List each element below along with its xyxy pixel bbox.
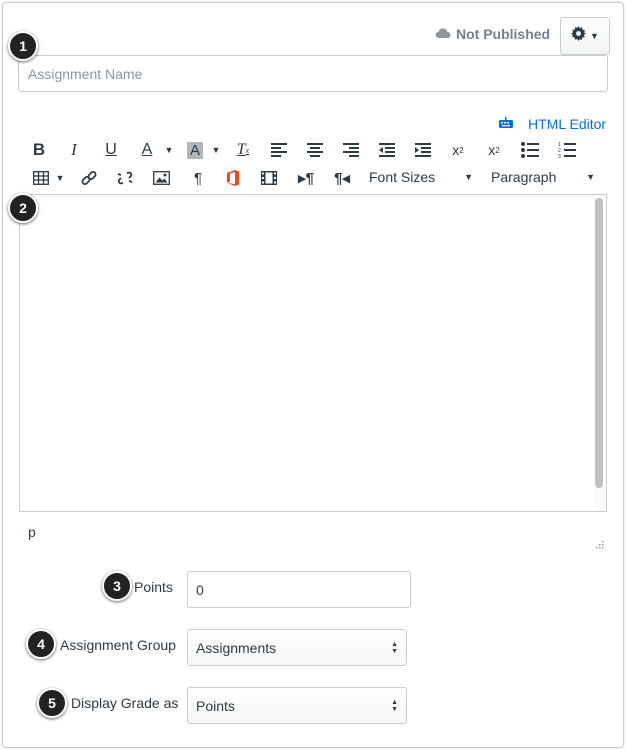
svg-text:3: 3 xyxy=(558,154,561,158)
scrollbar-thumb[interactable] xyxy=(595,198,603,488)
publish-status: Not Published xyxy=(435,26,550,42)
assignment-group-select[interactable]: Assignments ▲ ▼ xyxy=(187,629,407,666)
points-label: Points xyxy=(134,579,173,595)
html-editor-label: HTML Editor xyxy=(528,116,607,132)
outdent-icon[interactable] xyxy=(376,140,398,160)
background-color-icon[interactable]: A xyxy=(186,141,203,159)
editor-scrollbar[interactable] xyxy=(594,197,604,509)
caret-down-icon: ▼ xyxy=(586,172,595,182)
callout-badge-4: 4 xyxy=(26,629,56,659)
assignment-group-value: Assignments xyxy=(196,639,277,656)
assignment-group-label: Assignment Group xyxy=(60,637,176,653)
rtl-icon[interactable]: ¶◂ xyxy=(331,168,353,188)
status-label: Not Published xyxy=(456,26,551,42)
callout-badge-1: 1 xyxy=(8,31,38,61)
select-arrows-icon: ▲ ▼ xyxy=(391,640,398,655)
html-editor-toggle[interactable]: HTML Editor xyxy=(498,116,606,132)
editor-element-path: p xyxy=(28,524,36,540)
font-sizes-dropdown[interactable]: Font Sizes ▼ xyxy=(369,169,473,185)
align-left-icon[interactable] xyxy=(268,140,290,160)
text-color-icon[interactable]: A xyxy=(136,140,158,160)
align-right-icon[interactable] xyxy=(340,140,362,160)
pilcrow-icon[interactable]: ¶ xyxy=(187,168,209,188)
caret-down-icon: ▼ xyxy=(464,172,473,182)
settings-menu-button[interactable]: ▼ xyxy=(560,17,610,55)
display-grade-select[interactable]: Points ▲ ▼ xyxy=(187,687,407,724)
align-center-icon[interactable] xyxy=(304,140,326,160)
numbered-list-icon[interactable]: 123 xyxy=(556,140,578,160)
callout-badge-2: 2 xyxy=(8,193,38,223)
indent-icon[interactable] xyxy=(412,140,434,160)
callout-badge-5: 5 xyxy=(37,688,67,718)
bold-icon[interactable]: B xyxy=(28,140,50,160)
media-icon[interactable] xyxy=(258,168,280,188)
italic-icon[interactable]: I xyxy=(63,140,85,160)
display-grade-value: Points xyxy=(196,697,235,714)
underline-icon[interactable]: U xyxy=(100,140,122,160)
unlink-icon[interactable] xyxy=(114,168,136,188)
rich-text-editor-area[interactable] xyxy=(19,194,607,512)
subscript-icon[interactable]: x2 xyxy=(483,140,505,160)
office-icon[interactable] xyxy=(222,168,244,188)
bulleted-list-icon[interactable] xyxy=(519,140,541,160)
callout-badge-3: 3 xyxy=(102,571,132,601)
paragraph-label: Paragraph xyxy=(491,169,557,185)
image-icon[interactable] xyxy=(150,168,172,188)
font-sizes-label: Font Sizes xyxy=(369,169,436,185)
background-color-caret-icon[interactable]: ▼ xyxy=(205,140,227,160)
select-arrows-icon: ▲ ▼ xyxy=(391,698,398,713)
caret-down-icon: ▼ xyxy=(590,31,599,41)
link-icon[interactable] xyxy=(78,168,100,188)
gear-icon xyxy=(571,26,587,46)
points-input[interactable]: 0 xyxy=(187,571,411,608)
paragraph-format-dropdown[interactable]: Paragraph ▼ xyxy=(491,169,595,185)
superscript-icon[interactable]: x2 xyxy=(447,140,469,160)
keyboard-icon xyxy=(498,116,514,132)
text-color-caret-icon[interactable]: ▼ xyxy=(158,140,180,160)
cloud-icon xyxy=(435,26,451,42)
resize-grip-icon[interactable] xyxy=(595,537,605,555)
display-grade-label: Display Grade as xyxy=(71,695,179,711)
clear-formatting-icon[interactable]: Tx xyxy=(232,140,254,160)
ltr-icon[interactable]: ▸¶ xyxy=(295,168,317,188)
assignment-name-input[interactable] xyxy=(18,55,608,92)
table-caret-icon[interactable]: ▼ xyxy=(49,168,71,188)
